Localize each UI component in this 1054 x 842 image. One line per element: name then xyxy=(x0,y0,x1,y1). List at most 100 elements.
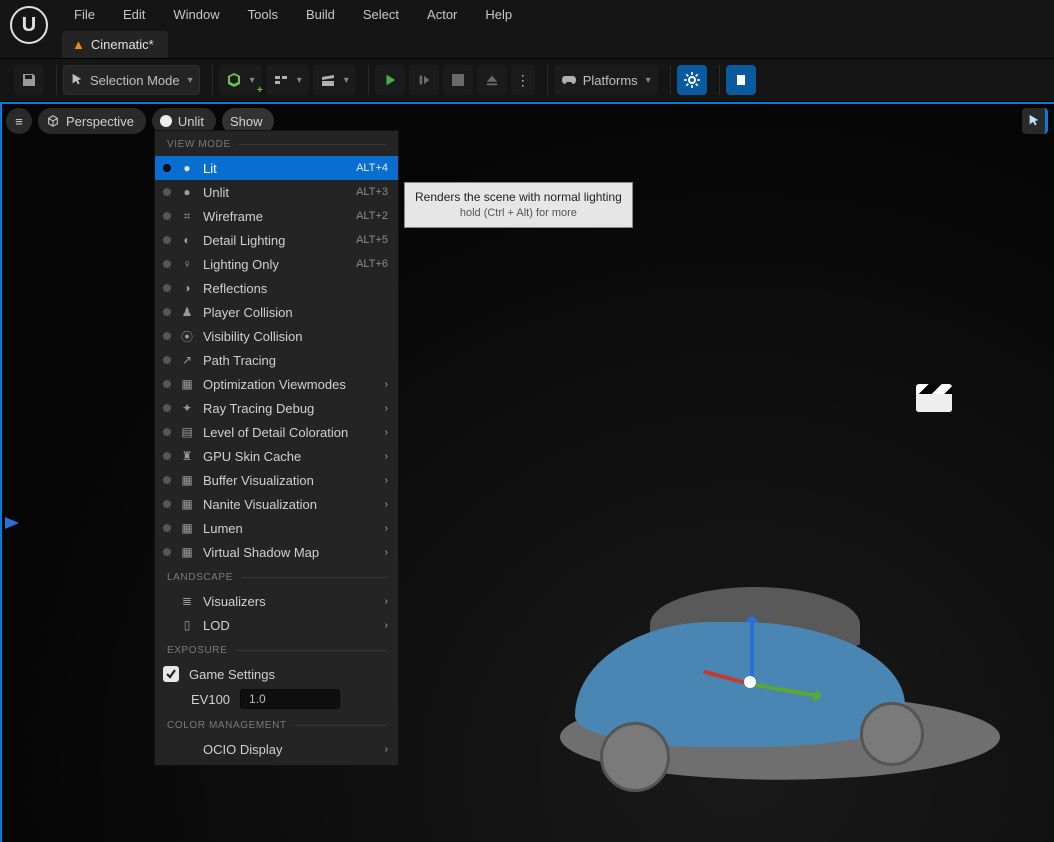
dd-item-lumen[interactable]: ▦Lumen› xyxy=(155,516,398,540)
dd-header-exposure: EXPOSURE xyxy=(155,637,398,662)
dd-item-path-tracing[interactable]: ↗Path Tracing xyxy=(155,348,398,372)
dd-item-lighting-only[interactable]: ♀Lighting OnlyALT+6 xyxy=(155,252,398,276)
menu-file[interactable]: File xyxy=(60,1,109,28)
ev100-input[interactable] xyxy=(240,689,340,709)
pause-step-button[interactable] xyxy=(409,65,439,95)
menubar: File Edit Window Tools Build Select Acto… xyxy=(0,0,1054,28)
dd-item-wireframe[interactable]: ⌗WireframeALT+2 xyxy=(155,204,398,228)
dd-item-lit[interactable]: ●LitALT+4 xyxy=(155,156,398,180)
pawn-icon: ♟ xyxy=(179,304,195,320)
viewport-right-toggle[interactable] xyxy=(1022,108,1048,134)
menu-actor[interactable]: Actor xyxy=(413,1,471,28)
dd-item-nanite-viz[interactable]: ▦Nanite Visualization› xyxy=(155,492,398,516)
gear-icon xyxy=(684,72,700,88)
stop-button[interactable] xyxy=(443,65,473,95)
tab-cinematic[interactable]: ▲ Cinematic* xyxy=(62,31,168,58)
bookmark-button[interactable] xyxy=(726,65,756,95)
dd-game-settings[interactable]: Game Settings xyxy=(155,662,398,686)
sphere-icon: ● xyxy=(179,184,195,200)
platforms-button[interactable]: Platforms ▾ xyxy=(554,65,658,95)
dd-item-lod-color[interactable]: ▤Level of Detail Coloration› xyxy=(155,420,398,444)
chevron-down-icon: ▾ xyxy=(250,75,255,86)
ev100-label: EV100 xyxy=(191,692,230,707)
sphere-lit-icon: ● xyxy=(179,160,195,176)
blank-icon xyxy=(179,741,195,757)
dd-item-player-collision[interactable]: ♟Player Collision xyxy=(155,300,398,324)
menu-select[interactable]: Select xyxy=(349,1,413,28)
blueprint-icon xyxy=(273,72,289,88)
play-button[interactable] xyxy=(375,65,405,95)
menu-edit[interactable]: Edit xyxy=(109,1,159,28)
menu-build[interactable]: Build xyxy=(292,1,349,28)
unreal-logo[interactable]: U xyxy=(10,6,48,44)
selection-mode-button[interactable]: Selection Mode ▾ xyxy=(63,65,200,95)
clapper-actor-icon xyxy=(916,384,952,412)
chevron-right-icon: › xyxy=(385,475,388,486)
gizmo-origin[interactable] xyxy=(744,676,756,688)
checkbox-checked-icon xyxy=(163,666,179,682)
perspective-pill[interactable]: Perspective xyxy=(38,108,146,134)
cube-icon xyxy=(226,72,242,88)
gamepad-icon xyxy=(561,73,577,87)
path-icon: ↗ xyxy=(179,352,195,368)
save-button[interactable] xyxy=(14,65,44,95)
chevron-right-icon: › xyxy=(385,499,388,510)
settings-button[interactable] xyxy=(677,65,707,95)
menu-help[interactable]: Help xyxy=(471,1,526,28)
menu-tools[interactable]: Tools xyxy=(234,1,292,28)
dd-header-colormgmt: COLOR MANAGEMENT xyxy=(155,712,398,737)
tab-label: Cinematic* xyxy=(91,37,154,52)
chip-icon: ♜ xyxy=(179,448,195,464)
menu-window[interactable]: Window xyxy=(159,1,233,28)
viewport-menu-button[interactable]: ≡ xyxy=(6,108,32,134)
car-wheel-back xyxy=(600,722,670,792)
chevron-right-icon: › xyxy=(385,596,388,607)
add-content-button[interactable]: ▾ xyxy=(219,65,262,95)
dd-item-visualizers[interactable]: ≣Visualizers› xyxy=(155,589,398,613)
dd-item-vsm[interactable]: ▦Virtual Shadow Map› xyxy=(155,540,398,564)
sphere-icon: ◐ xyxy=(179,232,195,248)
play-options-button[interactable]: ⋮ xyxy=(511,65,535,95)
viewport[interactable]: ≡ Perspective Unlit Show VIEW MODE ●LitA… xyxy=(0,102,1054,842)
dd-item-visibility-collision[interactable]: ⦿Visibility Collision xyxy=(155,324,398,348)
gizmo-z-axis[interactable] xyxy=(750,618,754,682)
grid-icon: ▦ xyxy=(179,472,195,488)
dd-item-ocio[interactable]: OCIO Display› xyxy=(155,737,398,761)
blueprint-button[interactable]: ▾ xyxy=(266,65,309,95)
play-icon xyxy=(383,73,397,87)
dd-item-detail-lighting[interactable]: ◐Detail LightingALT+5 xyxy=(155,228,398,252)
sphere-icon xyxy=(160,115,172,127)
grid-icon: ▦ xyxy=(179,496,195,512)
chevron-right-icon: › xyxy=(385,744,388,755)
dd-header-viewmode: VIEW MODE xyxy=(155,131,398,156)
car-wheel-front xyxy=(860,702,924,766)
chevron-down-icon: ▾ xyxy=(646,75,651,86)
dd-ev100-row: EV100 xyxy=(155,686,398,712)
eject-button[interactable] xyxy=(477,65,507,95)
dd-item-unlit[interactable]: ●UnlitALT+3 xyxy=(155,180,398,204)
tooltip: Renders the scene with normal lighting h… xyxy=(404,182,633,228)
chevron-right-icon: › xyxy=(385,547,388,558)
dd-item-reflections[interactable]: ◑Reflections xyxy=(155,276,398,300)
dd-item-lod[interactable]: ▯LOD› xyxy=(155,613,398,637)
cube-wire-icon xyxy=(46,114,60,128)
view-mode-dropdown: VIEW MODE ●LitALT+4 ●UnlitALT+3 ⌗Wirefra… xyxy=(154,130,399,766)
save-icon xyxy=(21,72,37,88)
dd-item-gpu-skin[interactable]: ♜GPU Skin Cache› xyxy=(155,444,398,468)
tab-row: ▲ Cinematic* xyxy=(0,28,1054,58)
lod-icon: ▯ xyxy=(179,617,195,633)
dd-header-landscape: LANDSCAPE xyxy=(155,564,398,589)
bulb-icon: ♀ xyxy=(179,256,195,272)
sequencer-button[interactable]: ▾ xyxy=(313,65,356,95)
visibility-icon: ⦿ xyxy=(179,328,195,344)
dd-item-optimization[interactable]: ▦Optimization Viewmodes› xyxy=(155,372,398,396)
tooltip-subtext: hold (Ctrl + Alt) for more xyxy=(415,206,622,221)
chevron-down-icon: ▾ xyxy=(344,75,349,86)
show-label: Show xyxy=(230,114,263,129)
camera-actor-icon xyxy=(5,517,19,529)
selection-mode-label: Selection Mode xyxy=(90,73,180,88)
dd-item-buffer-viz[interactable]: ▦Buffer Visualization› xyxy=(155,468,398,492)
dd-item-rt-debug[interactable]: ✦Ray Tracing Debug› xyxy=(155,396,398,420)
wireframe-icon: ⌗ xyxy=(179,208,195,224)
eject-icon xyxy=(485,73,499,87)
